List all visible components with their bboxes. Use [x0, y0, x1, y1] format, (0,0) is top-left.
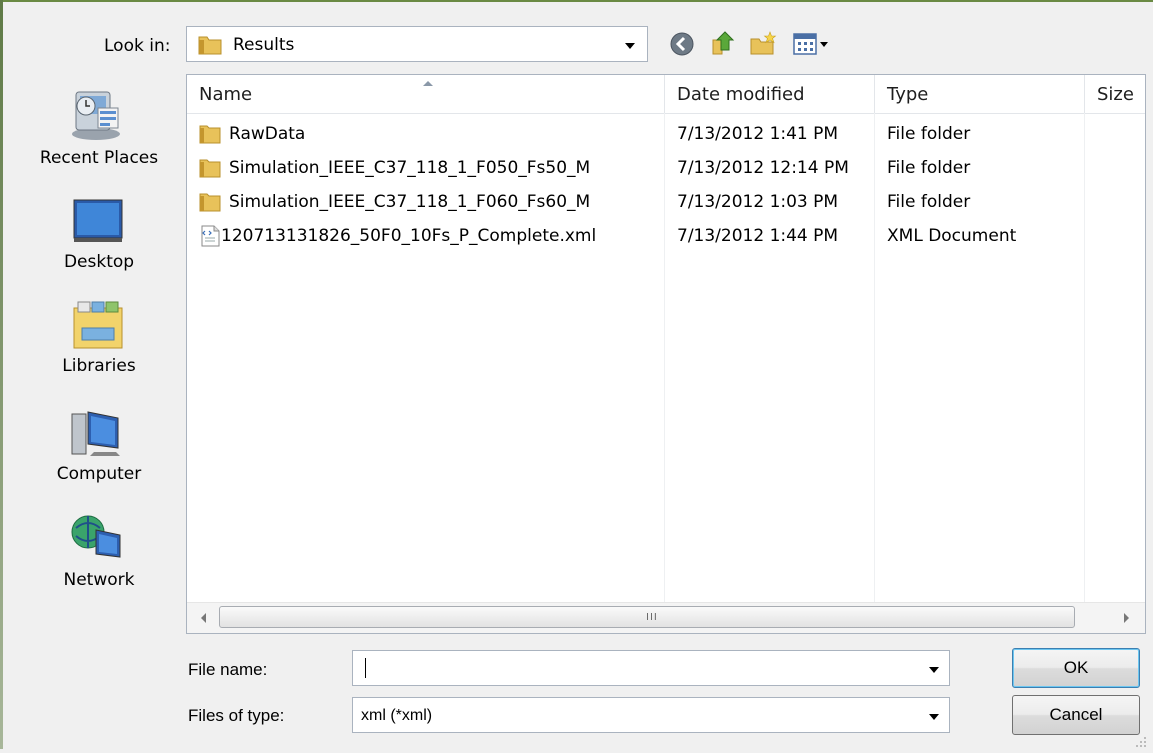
look-in-value: Results: [233, 35, 295, 55]
chevron-down-icon[interactable]: [929, 667, 939, 673]
place-recent-places[interactable]: Recent Places: [18, 86, 180, 186]
column-header-size[interactable]: Size: [1085, 75, 1145, 113]
xml-file-icon: [199, 225, 221, 247]
file-date: 7/13/2012 1:41 PM: [677, 124, 839, 144]
computer-icon: [68, 408, 128, 465]
file-date: 7/13/2012 12:14 PM: [677, 158, 849, 178]
column-header-label: Date modified: [677, 84, 805, 105]
view-menu-icon[interactable]: [792, 30, 832, 58]
column-header-label: Type: [887, 84, 929, 105]
place-label: Libraries: [62, 356, 136, 376]
place-label: Desktop: [63, 252, 135, 272]
place-label: Computer: [56, 464, 142, 484]
file-name: Simulation_IEEE_C37_118_1_F060_Fs60_M: [229, 192, 591, 212]
file-list[interactable]: Name Date modified Type Size RawData 7/1…: [186, 74, 1146, 634]
file-type: File folder: [887, 158, 971, 178]
chevron-down-icon[interactable]: [625, 43, 635, 49]
text-caret: [365, 658, 366, 678]
create-new-folder-icon[interactable]: [748, 30, 777, 58]
folder-icon: [199, 191, 221, 213]
file-name: RawData: [229, 124, 306, 144]
places-bar: Recent Places Desktop Libraries Computer…: [18, 74, 180, 634]
folder-icon: [197, 34, 223, 61]
network-icon: [68, 512, 128, 569]
file-date: 7/13/2012 1:44 PM: [677, 226, 839, 246]
window-frame-left: [0, 0, 3, 749]
files-of-type-value: xml (*xml): [361, 707, 433, 724]
place-libraries[interactable]: Libraries: [18, 300, 180, 390]
column-header-label: Size: [1097, 84, 1134, 105]
scrollbar-grip: III: [646, 612, 658, 623]
file-name-label: File name:: [188, 660, 268, 679]
desktop-icon: [68, 198, 128, 251]
file-name: Simulation_IEEE_C37_118_1_F050_Fs50_M: [229, 158, 591, 178]
column-header-date[interactable]: Date modified: [665, 75, 875, 113]
table-row[interactable]: Simulation_IEEE_C37_118_1_F060_Fs60_M 7/…: [187, 186, 1145, 220]
sort-ascending-icon: [423, 81, 433, 86]
place-desktop[interactable]: Desktop: [18, 194, 180, 284]
file-type: File folder: [887, 192, 971, 212]
folder-icon: [199, 157, 221, 179]
files-of-type-select[interactable]: xml (*xml): [352, 697, 950, 733]
column-header-type[interactable]: Type: [875, 75, 1085, 113]
look-in-combo[interactable]: Results: [186, 26, 648, 62]
files-of-type-label: Files of type:: [188, 706, 285, 725]
chevron-down-icon[interactable]: [929, 714, 939, 720]
file-type: File folder: [887, 124, 971, 144]
file-name: 120713131826_50F0_10Fs_P_Complete.xml: [221, 226, 597, 246]
scroll-left-icon[interactable]: [201, 613, 206, 623]
header-divider: [187, 113, 1145, 114]
place-label: Recent Places: [39, 148, 159, 168]
ok-button[interactable]: OK: [1012, 648, 1140, 688]
cancel-button[interactable]: Cancel: [1012, 695, 1140, 735]
resize-grip-icon[interactable]: [1135, 733, 1147, 747]
scrollbar-thumb[interactable]: III: [219, 606, 1075, 628]
table-row[interactable]: RawData 7/13/2012 1:41 PM File folder: [187, 118, 1145, 152]
place-computer[interactable]: Computer: [18, 406, 180, 496]
table-row[interactable]: Simulation_IEEE_C37_118_1_F050_Fs50_M 7/…: [187, 152, 1145, 186]
window-frame-top: [0, 0, 1153, 2]
place-label: Network: [63, 570, 135, 590]
column-header-label: Name: [199, 84, 253, 105]
scroll-right-icon[interactable]: [1124, 613, 1129, 623]
table-row[interactable]: 120713131826_50F0_10Fs_P_Complete.xml 7/…: [187, 220, 1145, 254]
place-network[interactable]: Network: [18, 510, 180, 600]
file-type: XML Document: [887, 226, 1017, 246]
up-one-level-icon[interactable]: [708, 30, 736, 58]
folder-icon: [199, 123, 221, 145]
file-name-input[interactable]: [352, 650, 950, 686]
file-date: 7/13/2012 1:03 PM: [677, 192, 839, 212]
look-in-label: Look in:: [104, 36, 171, 56]
libraries-icon: [68, 300, 128, 357]
horizontal-scrollbar[interactable]: III: [187, 602, 1145, 633]
back-icon[interactable]: [668, 30, 696, 58]
recent-places-icon: [68, 86, 128, 147]
